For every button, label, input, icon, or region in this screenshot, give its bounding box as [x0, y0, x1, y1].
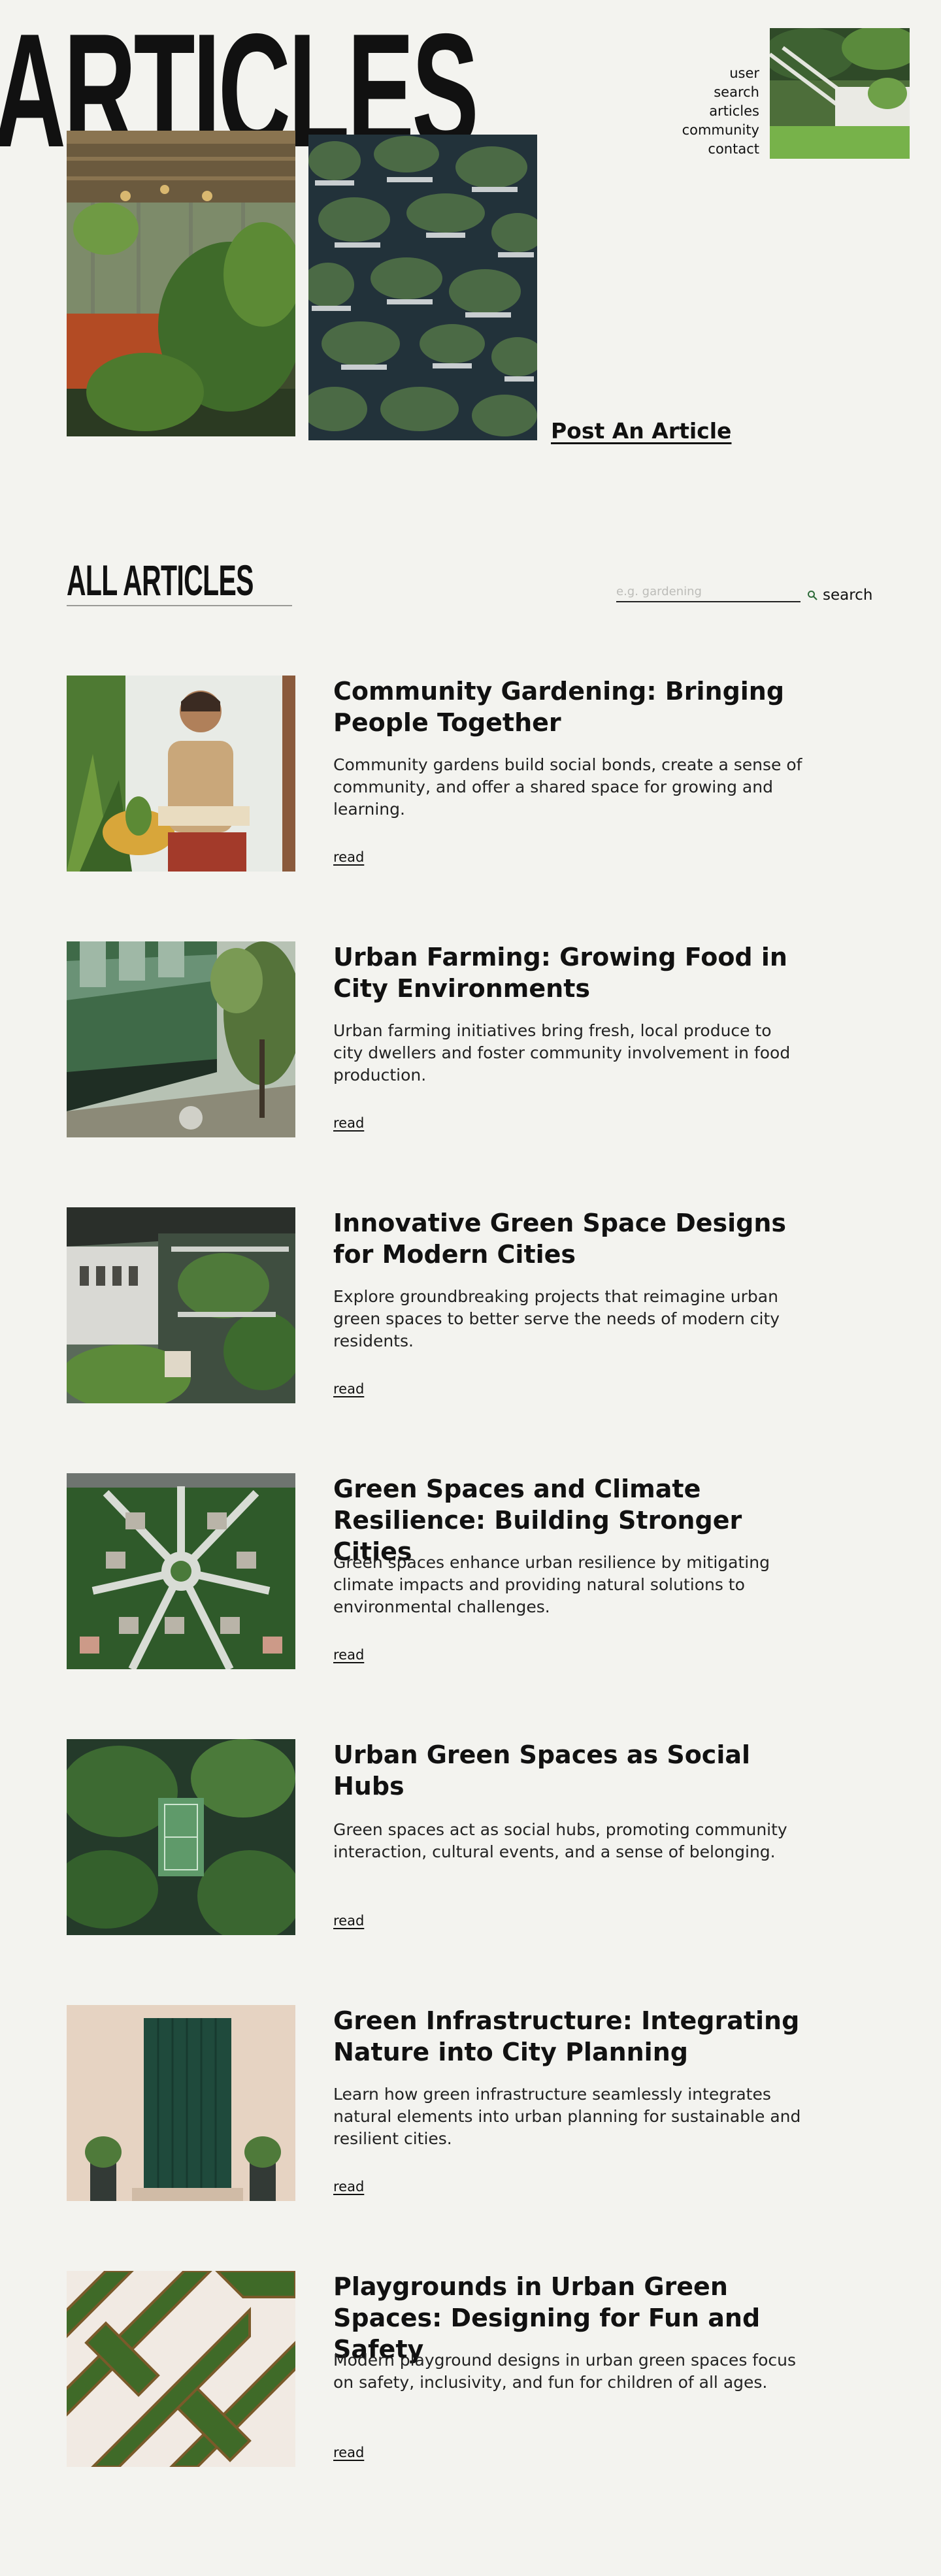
article-read-link[interactable]: read [333, 1115, 364, 1131]
main-nav: user search articles community contact [682, 64, 759, 159]
article-thumbnail-aerial-court [67, 1739, 295, 1935]
post-article-link[interactable]: Post An Article [551, 418, 731, 444]
article-read-link[interactable]: read [333, 1647, 364, 1663]
article-card: Urban Farming: Growing Food in City Envi… [67, 941, 812, 1137]
article-card: Playgrounds in Urban Green Spaces: Desig… [67, 2271, 812, 2467]
nav-link-search[interactable]: search [682, 83, 759, 102]
article-description: Urban farming initiatives bring fresh, l… [333, 1021, 791, 1084]
article-title[interactable]: Urban Green Spaces as Social Hubs [333, 1739, 817, 1802]
article-thumbnail-hedge-maze [67, 2271, 295, 2467]
nav-link-articles[interactable]: articles [682, 102, 759, 121]
article-thumbnail-gardener [67, 676, 295, 872]
article-description: Green spaces act as social hubs, promoti… [333, 1820, 787, 1861]
article-card: Innovative Green Space Designs for Moder… [67, 1207, 812, 1403]
section-divider [67, 605, 292, 606]
article-description: Learn how green infrastructure seamlessl… [333, 2085, 801, 2148]
article-title[interactable]: Urban Farming: Growing Food in City Envi… [333, 941, 817, 1004]
article-title[interactable]: Community Gardening: Bringing People Tog… [333, 676, 817, 738]
article-title[interactable]: Innovative Green Space Designs for Moder… [333, 1207, 817, 1270]
article-description: Explore groundbreaking projects that rei… [333, 1287, 780, 1350]
nav-link-user[interactable]: user [682, 64, 759, 83]
search-icon [807, 590, 817, 600]
hero-image-vertical-forest-building [308, 135, 537, 440]
article-title[interactable]: Green Infrastructure: Integrating Nature… [333, 2005, 817, 2068]
article-description: Community gardens build social bonds, cr… [333, 755, 802, 819]
article-description: Modern playground designs in urban green… [333, 2351, 796, 2392]
section-title: ALL ARTICLES [67, 556, 254, 604]
article-thumbnail-green-buildings [67, 1207, 295, 1403]
article-read-link[interactable]: read [333, 1913, 364, 1929]
article-card: Green Infrastructure: Integrating Nature… [67, 2005, 812, 2201]
search-input[interactable] [616, 581, 801, 602]
article-thumbnail-green-door [67, 2005, 295, 2201]
search-button[interactable]: search [807, 585, 872, 605]
search-button-label: search [823, 587, 873, 604]
article-thumbnail-aerial-suburb [67, 1473, 295, 1669]
hero-image-greenhouse-cafe [67, 131, 295, 436]
nav-link-contact[interactable]: contact [682, 140, 759, 159]
article-read-link[interactable]: read [333, 849, 364, 865]
article-read-link[interactable]: read [333, 1381, 364, 1397]
nav-link-community[interactable]: community [682, 121, 759, 140]
article-card: Green Spaces and Climate Resilience: Bui… [67, 1473, 812, 1669]
search-bar: search [616, 581, 878, 608]
hero-image-garden-stairs [770, 28, 910, 159]
article-description: Green spaces enhance urban resilience by… [333, 1553, 770, 1616]
article-read-link[interactable]: read [333, 2445, 364, 2460]
article-card: Urban Green Spaces as Social Hubs Green … [67, 1739, 812, 1935]
article-thumbnail-train-greenery [67, 941, 295, 1137]
article-read-link[interactable]: read [333, 2179, 364, 2194]
article-card: Community Gardening: Bringing People Tog… [67, 676, 812, 872]
